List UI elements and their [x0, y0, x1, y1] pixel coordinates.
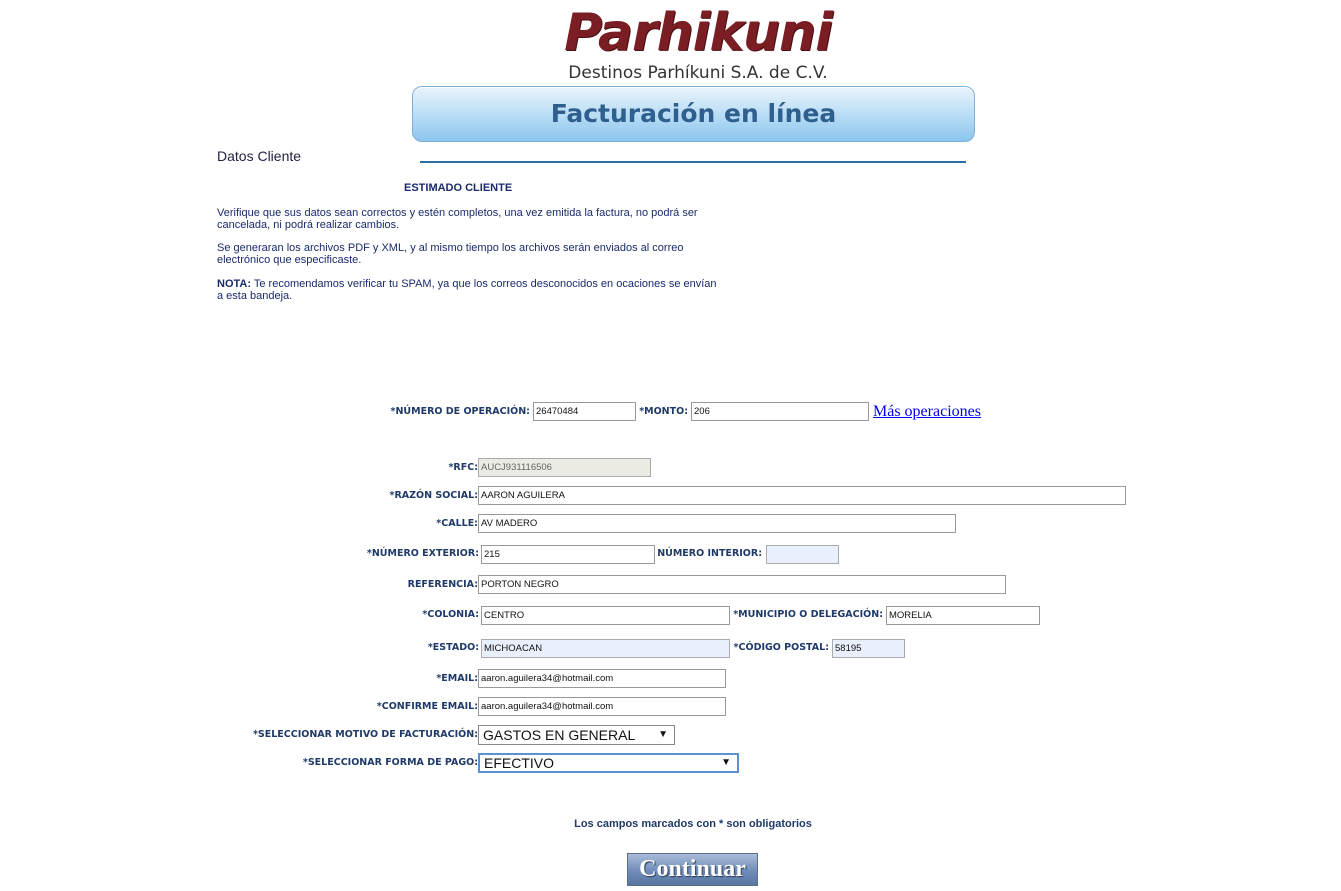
- section-divider: [420, 161, 966, 163]
- referencia-label: REFERENCIA:: [407, 579, 478, 590]
- numero-interior-input[interactable]: [766, 545, 839, 564]
- confirm-email-input[interactable]: [478, 697, 726, 716]
- referencia-input[interactable]: [478, 575, 1006, 594]
- notice-paragraph-note: NOTA: Te recomendamos verificar tu SPAM,…: [217, 278, 717, 302]
- notice-paragraph-verify: Verifique que sus datos sean correctos y…: [217, 207, 698, 231]
- numero-operacion-label: *NÚMERO DE OPERACIÓN:: [390, 406, 531, 417]
- company-logo: Parhikuni: [564, 3, 833, 63]
- chevron-down-icon: ▼: [721, 757, 731, 768]
- rfc-input: [478, 458, 651, 477]
- notice-note-label: NOTA:: [217, 278, 252, 290]
- page-title: Facturación en línea: [550, 99, 837, 128]
- notice-title: ESTIMADO CLIENTE: [404, 182, 513, 194]
- municipio-label: *MUNICIPIO O DELEGACIÓN:: [733, 609, 883, 620]
- calle-label: *CALLE:: [436, 518, 478, 529]
- monto-input[interactable]: [691, 402, 869, 421]
- razon-social-label: *RAZÓN SOCIAL:: [389, 490, 479, 501]
- mas-operaciones-link[interactable]: Más operaciones: [873, 402, 981, 422]
- company-legal-name: Destinos Parhíkuni S.A. de C.V.: [568, 63, 828, 83]
- calle-input[interactable]: [478, 514, 956, 533]
- page-banner: Facturación en línea: [412, 86, 975, 142]
- chevron-down-icon: ▼: [658, 729, 668, 740]
- continuar-button[interactable]: Continuar: [627, 853, 758, 886]
- required-fields-note: Los campos marcados con * son obligatori…: [574, 818, 812, 830]
- motivo-facturacion-label: *SELECCIONAR MOTIVO DE FACTURACIÓN:: [252, 729, 478, 740]
- colonia-label: *COLONIA:: [422, 609, 479, 620]
- forma-pago-select[interactable]: EFECTIVO ▼: [478, 753, 739, 773]
- estado-label: *ESTADO:: [427, 642, 479, 653]
- notice-note-text: Te recomendamos verificar tu SPAM, ya qu…: [217, 278, 717, 302]
- notice-paragraph-files: Se generaran los archivos PDF y XML, y a…: [217, 242, 684, 266]
- email-input[interactable]: [478, 669, 726, 688]
- numero-interior-label: NÚMERO INTERIOR:: [657, 548, 762, 559]
- monto-label: *MONTO:: [639, 406, 688, 417]
- codigo-postal-input[interactable]: [832, 639, 905, 658]
- numero-operacion-input[interactable]: [533, 402, 636, 421]
- motivo-facturacion-value: GASTOS EN GENERAL: [483, 727, 636, 743]
- razon-social-input[interactable]: [478, 486, 1126, 505]
- numero-exterior-label: *NÚMERO EXTERIOR:: [366, 548, 479, 559]
- email-label: *EMAIL:: [436, 673, 478, 684]
- forma-pago-value: EFECTIVO: [484, 755, 555, 771]
- section-title: Datos Cliente: [217, 148, 302, 164]
- rfc-label: *RFC:: [448, 462, 478, 473]
- motivo-facturacion-select[interactable]: GASTOS EN GENERAL ▼: [478, 725, 675, 745]
- colonia-input[interactable]: [481, 606, 730, 625]
- codigo-postal-label: *CÓDIGO POSTAL:: [733, 642, 829, 653]
- confirm-email-label: *CONFIRME EMAIL:: [376, 701, 478, 712]
- numero-exterior-input[interactable]: [481, 545, 655, 564]
- estado-input[interactable]: [481, 639, 730, 658]
- municipio-input[interactable]: [886, 606, 1040, 625]
- forma-pago-label: *SELECCIONAR FORMA DE PAGO:: [302, 757, 478, 768]
